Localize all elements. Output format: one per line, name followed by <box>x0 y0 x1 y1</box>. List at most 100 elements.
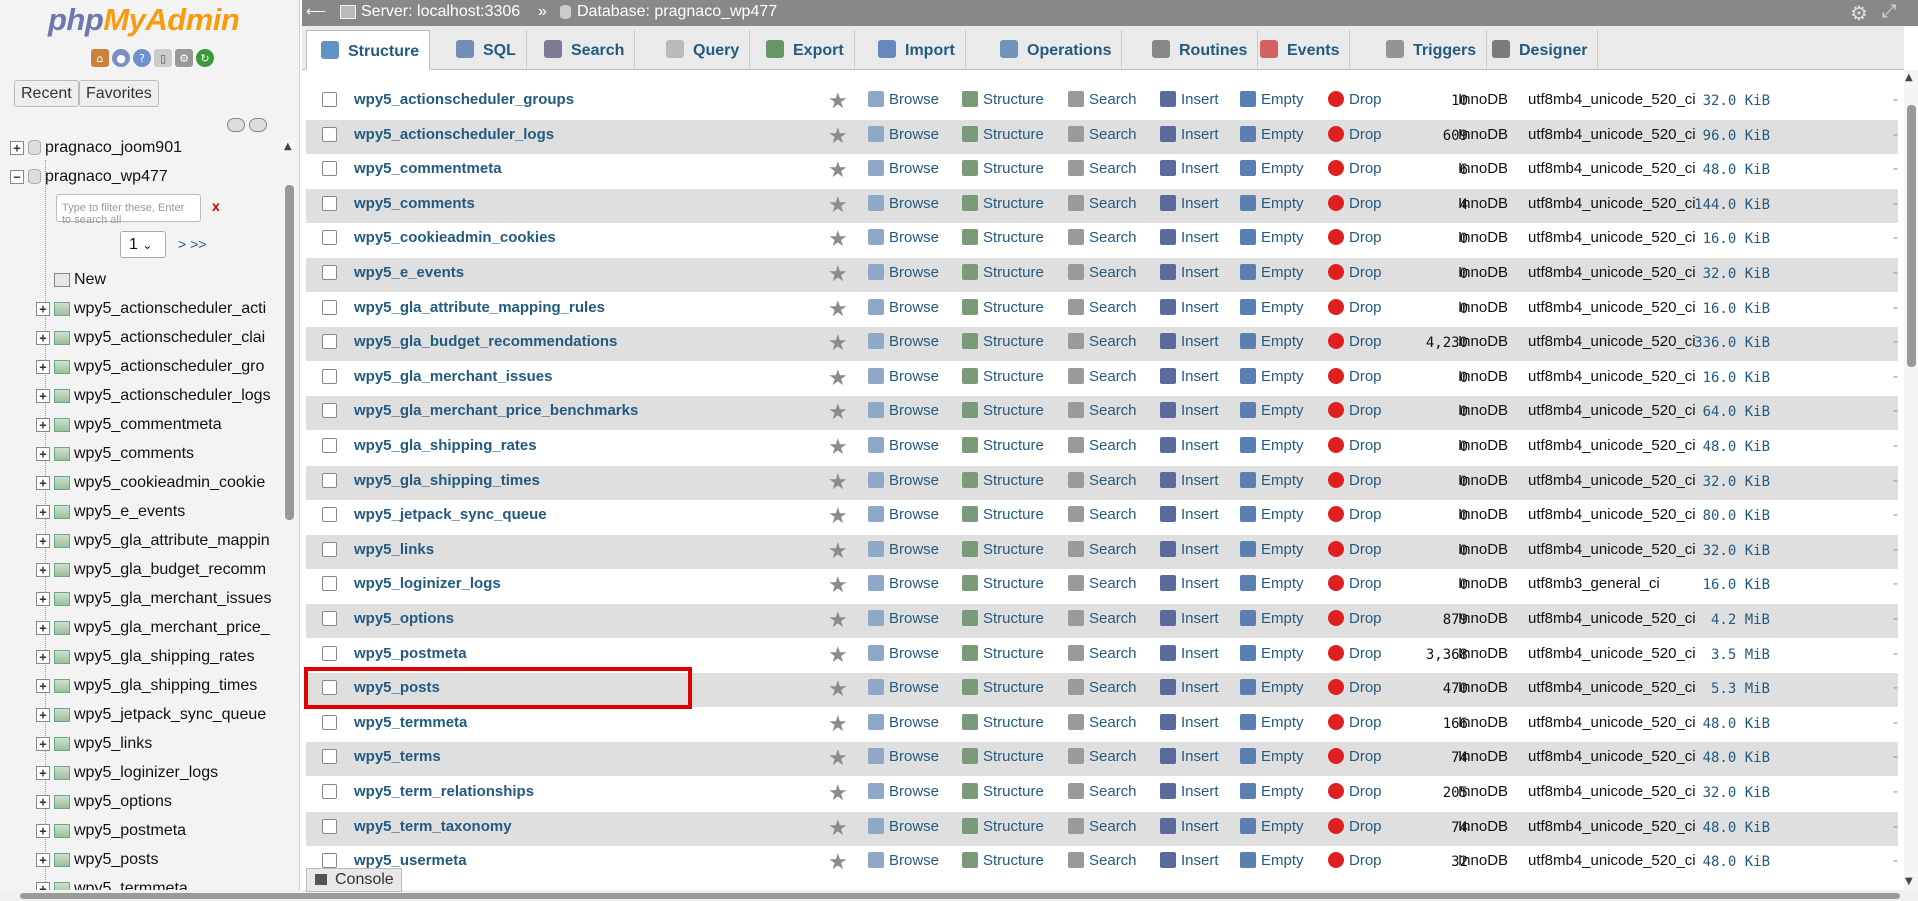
table-name-link[interactable]: wpy5_gla_merchant_issues <box>354 368 552 385</box>
empty-action[interactable]: Empty <box>1240 783 1304 800</box>
tab-query[interactable]: Query <box>652 30 751 70</box>
search-action[interactable]: Search <box>1068 298 1137 316</box>
sidebar-scroll-thumb[interactable] <box>285 185 294 520</box>
structure-action[interactable]: Structure <box>962 610 1044 627</box>
row-checkbox[interactable] <box>322 507 337 523</box>
table-name-link[interactable]: wpy5_usermeta <box>354 852 467 869</box>
size-link[interactable]: 336.0 KiB <box>1688 335 1770 351</box>
browse-action[interactable]: Browse <box>868 644 939 662</box>
row-checkbox[interactable] <box>322 645 337 661</box>
row-checkbox[interactable] <box>322 403 337 419</box>
search-action[interactable]: Search <box>1068 333 1137 350</box>
table-name-link[interactable]: wpy5_comments <box>354 195 475 212</box>
table-name-link[interactable]: wpy5_gla_budget_recommendations <box>354 333 617 350</box>
browse-action[interactable]: Browse <box>868 713 939 731</box>
expand-icon[interactable]: + <box>36 417 50 432</box>
structure-action[interactable]: Structure <box>962 783 1044 800</box>
favorites-button[interactable]: Favorites <box>79 80 159 107</box>
search-action[interactable]: Search <box>1068 437 1137 454</box>
size-link[interactable]: 16.0 KiB <box>1688 577 1770 593</box>
expand-icon[interactable]: + <box>36 475 50 490</box>
row-checkbox[interactable] <box>322 818 337 834</box>
table-name-link[interactable]: wpy5_commentmeta <box>354 160 502 177</box>
favorite-star-icon[interactable]: ★ <box>828 123 848 149</box>
search-action[interactable]: Search <box>1068 125 1137 143</box>
empty-action[interactable]: Empty <box>1240 679 1304 696</box>
expand-icon[interactable]: + <box>36 446 50 461</box>
expand-icon[interactable]: ⤢ <box>1882 1 1896 22</box>
favorite-star-icon[interactable]: ★ <box>828 261 848 287</box>
console-toggle[interactable]: Console <box>306 868 402 892</box>
favorite-star-icon[interactable]: ★ <box>828 399 848 425</box>
insert-action[interactable]: Insert <box>1160 506 1219 523</box>
empty-action[interactable]: Empty <box>1240 540 1304 558</box>
size-link[interactable]: 32.0 KiB <box>1688 266 1770 282</box>
insert-action[interactable]: Insert <box>1160 852 1219 869</box>
row-checkbox[interactable] <box>322 195 337 211</box>
size-link[interactable]: 64.0 KiB <box>1688 404 1770 420</box>
structure-action[interactable]: Structure <box>962 194 1044 212</box>
tab-export[interactable]: Export <box>752 30 855 70</box>
insert-action[interactable]: Insert <box>1160 333 1219 350</box>
size-link[interactable]: 32.0 KiB <box>1688 474 1770 490</box>
size-link[interactable]: 32.0 KiB <box>1688 785 1770 801</box>
scroll-up-icon[interactable]: ▲ <box>284 141 292 152</box>
browse-action[interactable]: Browse <box>868 575 939 592</box>
size-link[interactable]: 48.0 KiB <box>1688 854 1770 870</box>
structure-action[interactable]: Structure <box>962 713 1044 731</box>
size-link[interactable]: 96.0 KiB <box>1688 128 1770 144</box>
row-checkbox[interactable] <box>322 334 337 350</box>
expand-icon[interactable]: + <box>36 330 50 345</box>
phpmyadmin-logo[interactable]: phpMyAdmin <box>48 2 240 38</box>
tab-triggers[interactable]: Triggers <box>1372 30 1488 70</box>
structure-action[interactable]: Structure <box>962 575 1044 592</box>
empty-action[interactable]: Empty <box>1240 264 1304 281</box>
tree-table-item[interactable]: + wpy5_actionscheduler_clai <box>36 329 265 353</box>
tree-table-item[interactable]: + wpy5_postmeta <box>36 822 186 846</box>
row-checkbox[interactable] <box>322 265 337 280</box>
size-link[interactable]: 80.0 KiB <box>1688 508 1770 524</box>
favorite-star-icon[interactable]: ★ <box>828 849 848 875</box>
empty-action[interactable]: Empty <box>1240 160 1304 177</box>
breadcrumb-server[interactable]: Server: localhost:3306 <box>340 3 520 21</box>
insert-action[interactable]: Insert <box>1160 160 1219 177</box>
favorite-star-icon[interactable]: ★ <box>828 192 848 218</box>
size-link[interactable]: 3.5 MiB <box>1688 647 1770 663</box>
table-name-link[interactable]: wpy5_term_relationships <box>354 783 534 800</box>
size-link[interactable]: 48.0 KiB <box>1688 750 1770 766</box>
expand-icon[interactable]: + <box>36 852 50 867</box>
empty-action[interactable]: Empty <box>1240 506 1304 523</box>
favorite-star-icon[interactable]: ★ <box>828 330 848 356</box>
browse-action[interactable]: Browse <box>868 437 939 454</box>
empty-action[interactable]: Empty <box>1240 748 1304 765</box>
tree-table-item[interactable]: + wpy5_gla_budget_recomm <box>36 561 266 585</box>
insert-action[interactable]: Insert <box>1160 91 1219 108</box>
tree-table-item[interactable]: + wpy5_cookieadmin_cookie <box>36 474 265 498</box>
empty-action[interactable]: Empty <box>1240 437 1304 454</box>
insert-action[interactable]: Insert <box>1160 610 1219 627</box>
tree-table-item[interactable]: + wpy5_e_events <box>36 503 185 527</box>
row-checkbox[interactable] <box>322 92 337 107</box>
insert-action[interactable]: Insert <box>1160 713 1219 731</box>
empty-action[interactable]: Empty <box>1240 367 1304 385</box>
structure-action[interactable]: Structure <box>962 264 1044 281</box>
tab-structure[interactable]: Structure <box>306 30 431 70</box>
scroll-up-icon[interactable]: ▲ <box>1905 72 1913 83</box>
size-link[interactable]: 32.0 KiB <box>1688 543 1770 559</box>
empty-action[interactable]: Empty <box>1240 471 1304 489</box>
expand-icon[interactable]: + <box>36 504 50 519</box>
search-action[interactable]: Search <box>1068 817 1137 835</box>
tree-table-item[interactable]: + wpy5_links <box>36 735 152 759</box>
search-action[interactable]: Search <box>1068 367 1137 385</box>
tree-table-item[interactable]: + wpy5_gla_shipping_times <box>36 677 257 701</box>
favorite-star-icon[interactable]: ★ <box>828 503 848 529</box>
search-action[interactable]: Search <box>1068 540 1137 558</box>
search-action[interactable]: Search <box>1068 610 1137 627</box>
row-checkbox[interactable] <box>322 541 337 557</box>
search-action[interactable]: Search <box>1068 194 1137 212</box>
logout-icon[interactable]: ● <box>112 49 130 67</box>
structure-action[interactable]: Structure <box>962 506 1044 523</box>
empty-action[interactable]: Empty <box>1240 194 1304 212</box>
table-name-link[interactable]: wpy5_terms <box>354 748 441 765</box>
breadcrumb-database[interactable]: Database: pragnaco_wp477 <box>560 3 777 21</box>
